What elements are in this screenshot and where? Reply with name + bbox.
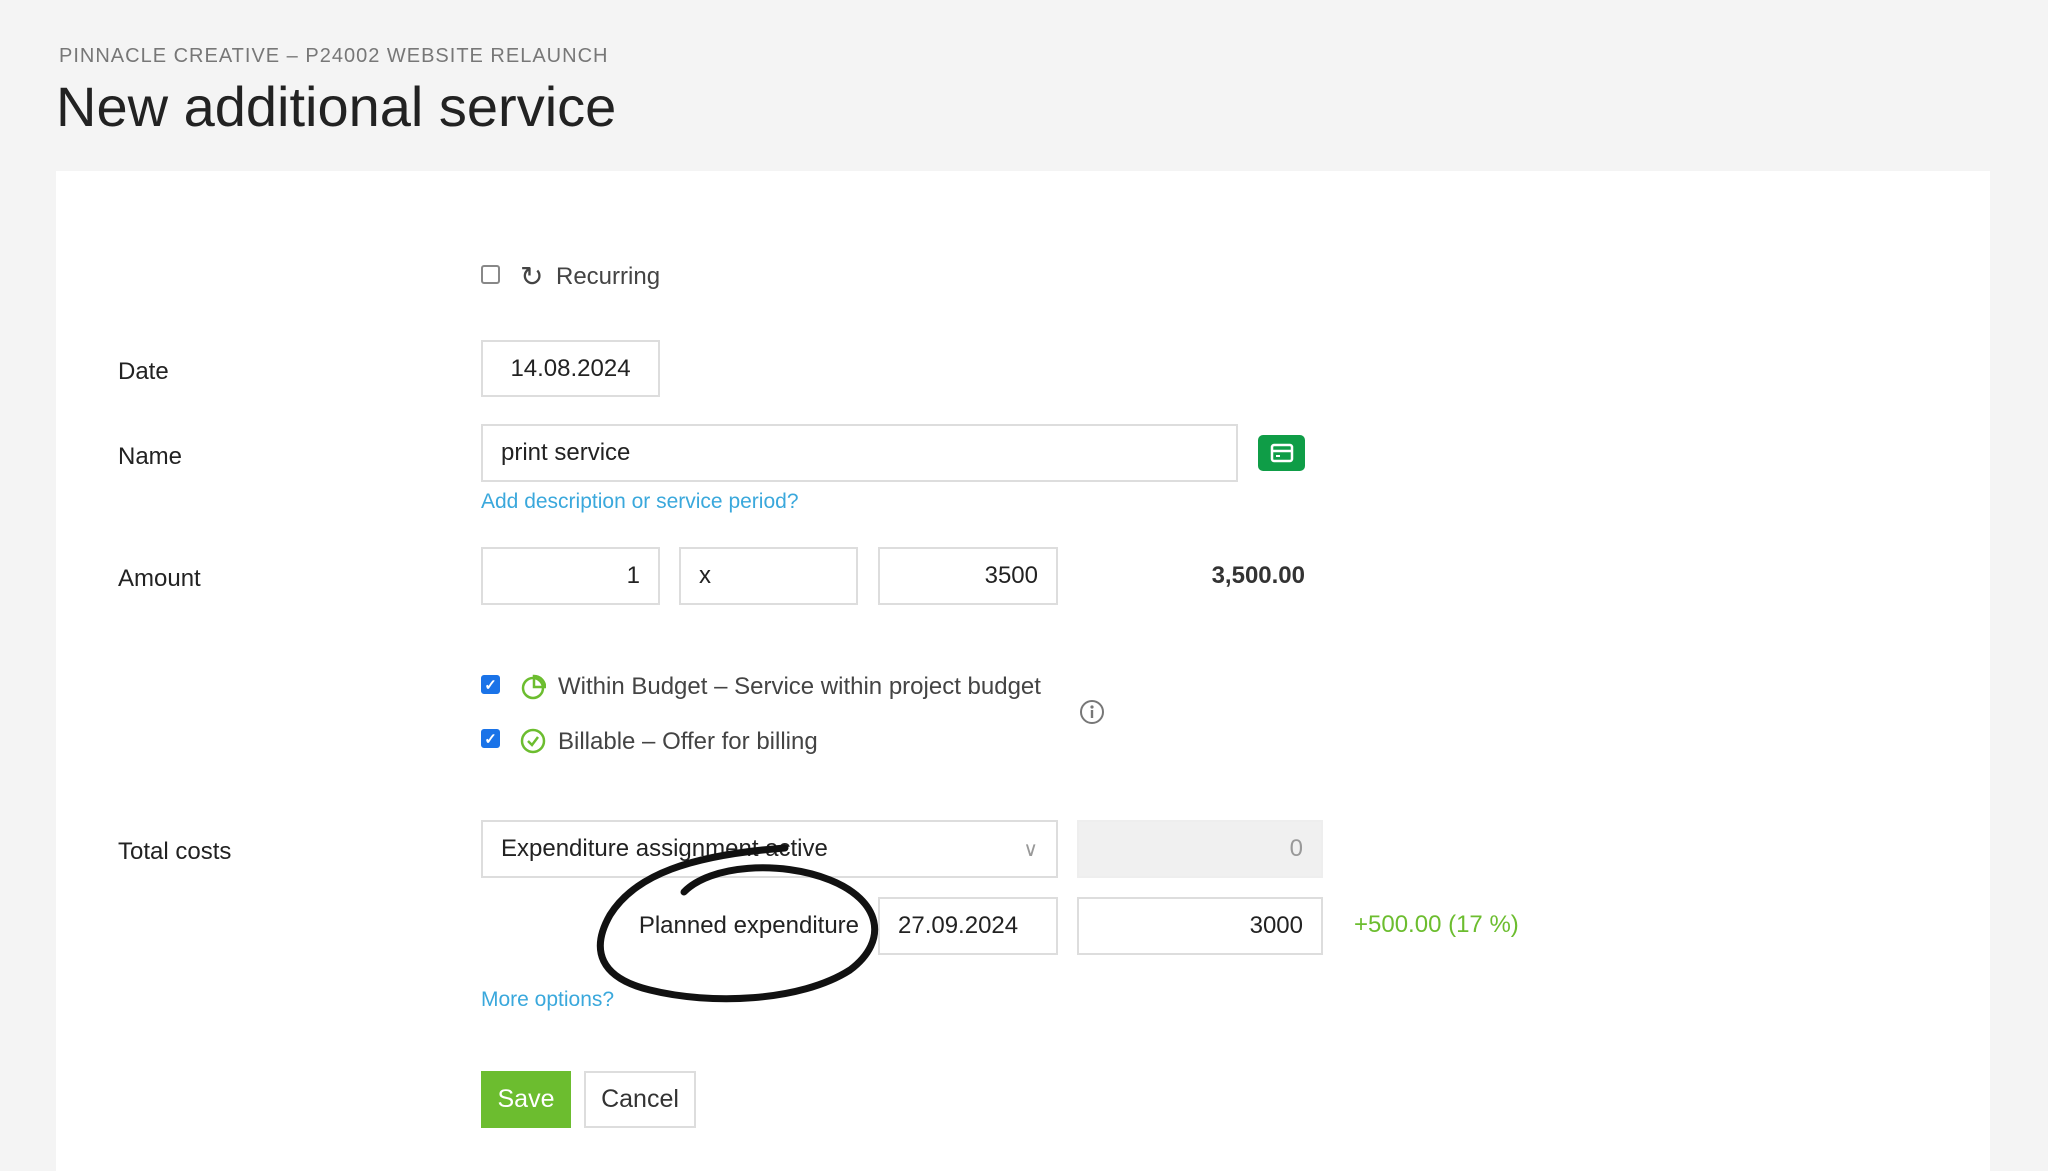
planned-value-input[interactable]: 3000 <box>1077 897 1323 955</box>
page-title: New additional service <box>56 75 617 138</box>
refresh-icon: ↻ <box>520 261 544 292</box>
cancel-button[interactable]: Cancel <box>584 1071 696 1128</box>
check-circle-icon <box>520 728 546 754</box>
add-description-link[interactable]: Add description or service period? <box>481 490 799 514</box>
price-input[interactable]: 3500 <box>878 547 1058 605</box>
difference-text: +500.00 (17 %) <box>1354 911 1519 938</box>
form-panel <box>56 171 1990 1171</box>
unit-input[interactable]: x <box>679 547 858 605</box>
info-icon[interactable] <box>1079 699 1105 725</box>
planned-date-input[interactable]: 27.09.2024 <box>878 897 1058 955</box>
name-label: Name <box>118 443 183 470</box>
recurring-label: Recurring <box>556 263 661 290</box>
chevron-down-icon: ∨ <box>1023 838 1038 861</box>
breadcrumb: PINNACLE CREATIVE – P24002 WEBSITE RELAU… <box>59 45 609 67</box>
card-icon <box>1270 443 1293 463</box>
save-button[interactable]: Save <box>481 1071 571 1128</box>
recurring-checkbox[interactable] <box>481 265 500 284</box>
billable-checkbox[interactable]: ✓ <box>481 729 500 748</box>
hand-drawn-circle-annotation <box>596 844 879 1003</box>
billable-label: Billable – Offer for billing <box>558 728 818 755</box>
amount-total: 3,500.00 <box>1211 562 1305 589</box>
within-budget-checkbox[interactable]: ✓ <box>481 675 500 694</box>
pie-chart-icon <box>521 674 546 700</box>
name-input[interactable]: print service <box>481 424 1238 482</box>
cost-value-input: 0 <box>1077 820 1323 878</box>
quantity-input[interactable]: 1 <box>481 547 660 605</box>
date-label: Date <box>118 358 169 385</box>
card-button[interactable] <box>1258 435 1305 471</box>
amount-label: Amount <box>118 565 201 592</box>
more-options-link[interactable]: More options? <box>481 988 614 1012</box>
date-input[interactable]: 14.08.2024 <box>481 340 660 397</box>
total-costs-label: Total costs <box>118 838 232 865</box>
within-budget-label: Within Budget – Service within project b… <box>558 673 1041 700</box>
